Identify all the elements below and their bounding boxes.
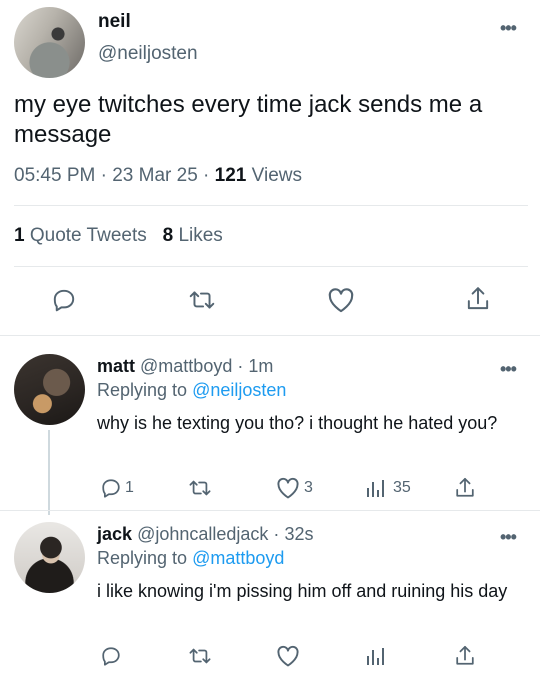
- replying-to-link[interactable]: @mattboyd: [192, 548, 284, 568]
- quote-count: 1: [14, 225, 25, 246]
- retweet-icon[interactable]: [188, 645, 212, 667]
- separator: ·: [203, 165, 210, 186]
- reply-text: i like knowing i'm pissing him off and r…: [97, 581, 508, 601]
- like-icon[interactable]: [276, 645, 300, 667]
- like-icon[interactable]: [276, 477, 300, 499]
- view-count: 35: [393, 479, 411, 496]
- quote-label: Quote Tweets: [29, 225, 147, 246]
- views-label: Views: [251, 165, 302, 186]
- author-name[interactable]: neil: [98, 11, 131, 33]
- views-icon[interactable]: [366, 477, 386, 499]
- author-name[interactable]: jack: [97, 524, 132, 544]
- avatar[interactable]: [14, 522, 85, 593]
- separator: ·: [273, 524, 280, 544]
- replying-label: Replying to: [97, 380, 188, 400]
- share-icon[interactable]: [454, 476, 476, 500]
- reply-text: why is he texting you tho? i thought he …: [97, 413, 498, 433]
- tweet-date[interactable]: 23 Mar 25: [112, 165, 198, 186]
- retweet-icon[interactable]: [188, 477, 212, 499]
- reply-header: jack @johncalledjack · 32s: [97, 524, 313, 545]
- tweet-meta: 05:45 PM · 23 Mar 25 · 121 Views: [14, 165, 302, 187]
- like-icon[interactable]: [327, 287, 355, 313]
- views-icon[interactable]: [366, 645, 386, 667]
- likes-label: Likes: [178, 225, 223, 246]
- avatar[interactable]: [14, 7, 85, 78]
- reply-icon[interactable]: [100, 477, 122, 499]
- share-icon[interactable]: [454, 644, 476, 668]
- tweet-time[interactable]: 05:45 PM: [14, 165, 95, 186]
- tweet-text: my eye twitches every time jack sends me…: [14, 91, 483, 148]
- author-name[interactable]: matt: [97, 356, 135, 376]
- views-count: 121: [214, 165, 247, 186]
- reply-time[interactable]: 1m: [248, 356, 273, 376]
- separator: ·: [237, 356, 244, 376]
- more-icon[interactable]: •••: [500, 18, 517, 39]
- more-icon[interactable]: •••: [500, 359, 517, 380]
- divider: [14, 205, 528, 206]
- replying-label: Replying to: [97, 548, 188, 568]
- divider: [0, 510, 540, 511]
- main-tweet: neil @neiljosten ••• my eye twitches eve…: [0, 0, 540, 335]
- author-handle[interactable]: @neiljosten: [98, 43, 198, 65]
- reply-icon[interactable]: [100, 645, 122, 667]
- divider: [0, 335, 540, 336]
- more-icon[interactable]: •••: [500, 527, 517, 548]
- reply-icon[interactable]: [51, 287, 77, 313]
- reply-time[interactable]: 32s: [284, 524, 313, 544]
- divider: [14, 266, 528, 267]
- author-handle[interactable]: @mattboyd: [140, 356, 232, 376]
- replying-to: Replying to @neiljosten: [97, 380, 286, 401]
- share-icon[interactable]: [465, 285, 491, 313]
- replying-to: Replying to @mattboyd: [97, 548, 284, 569]
- replying-to-link[interactable]: @neiljosten: [192, 380, 286, 400]
- like-count: 3: [304, 479, 313, 496]
- author-handle[interactable]: @johncalledjack: [137, 524, 268, 544]
- avatar[interactable]: [14, 354, 85, 425]
- reply-header: matt @mattboyd · 1m: [97, 356, 273, 377]
- likes-count: 8: [162, 225, 174, 246]
- quote-tweets-stat[interactable]: 1 Quote Tweets: [14, 225, 152, 246]
- separator: ·: [100, 165, 107, 186]
- engagement-stats: 1 Quote Tweets 8 Likes: [14, 225, 223, 247]
- likes-stat[interactable]: 8 Likes: [163, 225, 223, 246]
- retweet-icon[interactable]: [188, 287, 216, 313]
- thread-line: [48, 430, 50, 515]
- reply-count: 1: [125, 479, 134, 496]
